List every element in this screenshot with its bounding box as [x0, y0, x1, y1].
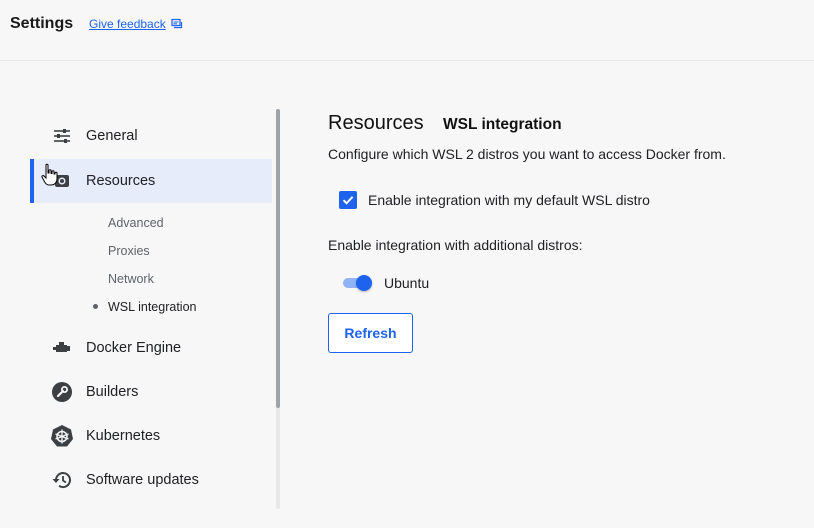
- toggle-knob: [356, 275, 372, 291]
- page-title: Settings: [10, 15, 74, 32]
- sidebar-item-label: Software updates: [86, 472, 199, 488]
- current-subitem-bullet: [93, 304, 98, 309]
- sidebar-item-label: Docker Engine: [86, 340, 182, 356]
- sidebar-item-kubernetes[interactable]: Kubernetes: [30, 414, 272, 458]
- section-description: Configure which WSL 2 distros you want t…: [328, 146, 726, 162]
- sidebar-item-general[interactable]: General: [30, 114, 272, 158]
- ubuntu-toggle[interactable]: [343, 274, 373, 292]
- default-distro-row: Enable integration with my default WSL d…: [339, 191, 650, 209]
- default-distro-checkbox[interactable]: [339, 191, 357, 209]
- hand-cursor-icon: [41, 163, 58, 186]
- distro-row-ubuntu: Ubuntu: [343, 274, 429, 292]
- sidebar-scrollbar-thumb[interactable]: [276, 109, 280, 408]
- additional-distros-label: Enable integration with additional distr…: [328, 237, 583, 253]
- ubuntu-label: Ubuntu: [384, 275, 430, 291]
- sidebar-subitem-proxies[interactable]: Proxies: [108, 244, 150, 258]
- engine-icon: [50, 336, 74, 360]
- sidebar-item-builders[interactable]: Builders: [30, 370, 272, 414]
- sidebar-subitem-network[interactable]: Network: [108, 272, 154, 286]
- refresh-button[interactable]: Refresh: [328, 313, 413, 353]
- section-title: Resources: [328, 112, 424, 134]
- settings-header: Settings Give feedback: [0, 0, 814, 61]
- wrench-icon: [50, 380, 74, 404]
- sliders-icon: [50, 124, 74, 148]
- sidebar-item-resources[interactable]: Resources: [30, 159, 272, 203]
- default-distro-label: Enable integration with my default WSL d…: [368, 192, 650, 208]
- give-feedback-link[interactable]: Give feedback: [89, 17, 183, 31]
- history-icon: [50, 468, 74, 492]
- section-subtitle: WSL integration: [443, 116, 562, 133]
- sidebar-item-label: Resources: [86, 173, 156, 189]
- sidebar-item-docker-engine[interactable]: Docker Engine: [30, 326, 272, 370]
- helm-wheel-icon: [50, 424, 74, 448]
- sidebar-subitem-wsl-integration[interactable]: WSL integration: [108, 300, 196, 314]
- checkmark-icon: [342, 196, 354, 205]
- give-feedback-label: Give feedback: [89, 17, 166, 31]
- chat-bubble-icon: [171, 18, 182, 29]
- sidebar-item-label: General: [86, 128, 138, 144]
- sidebar-item-software-updates[interactable]: Software updates: [30, 458, 272, 502]
- sidebar-item-label: Builders: [86, 384, 139, 400]
- sidebar-subitem-advanced[interactable]: Advanced: [108, 216, 164, 230]
- sidebar-item-label: Kubernetes: [86, 428, 161, 444]
